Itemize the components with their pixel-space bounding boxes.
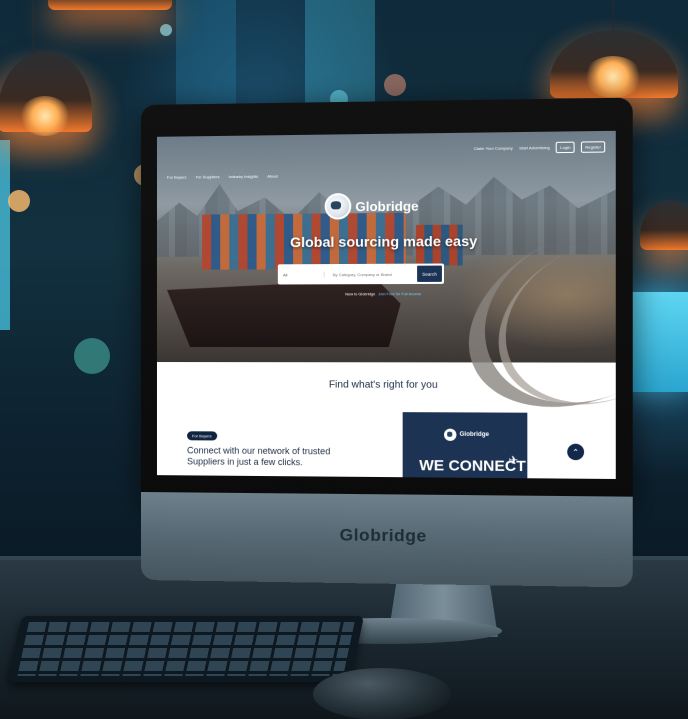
chevron-up-icon: ⌃ xyxy=(572,447,579,456)
pendant-lamp xyxy=(640,200,688,250)
monitor: Globridge Claim Your Company Start Adver… xyxy=(141,98,633,588)
section-heading: Find what's right for you xyxy=(157,379,616,391)
we-connect-card[interactable]: Globridge WE CONNECT ✈ xyxy=(403,412,528,479)
hero-tagline: Global sourcing made easy xyxy=(157,232,616,251)
bokeh-light xyxy=(8,190,30,212)
search-button[interactable]: Search xyxy=(417,266,442,282)
website-screen: Claim Your Company Start Advertising Log… xyxy=(157,131,616,479)
keyboard-keys xyxy=(17,622,354,676)
nav-item-suppliers[interactable]: For Suppliers xyxy=(196,174,220,179)
card-logo-text: Globridge xyxy=(460,432,489,438)
globe-icon xyxy=(325,193,352,220)
scroll-up-button[interactable]: ⌃ xyxy=(567,444,584,461)
search-bar: All Search xyxy=(278,264,444,285)
bokeh-light xyxy=(160,24,172,36)
advertising-link[interactable]: Start Advertising xyxy=(519,145,550,150)
top-bar: Claim Your Company Start Advertising Log… xyxy=(474,141,606,154)
lamp-glow xyxy=(584,56,642,98)
nav-item-about[interactable]: About xyxy=(267,174,278,179)
join-free-link[interactable]: Join Free for Full Access xyxy=(378,292,421,296)
search-category-select[interactable]: All xyxy=(278,272,325,277)
pendant-lamp xyxy=(48,0,172,10)
register-button[interactable]: Register xyxy=(581,141,605,153)
claim-company-link[interactable]: Claim Your Company xyxy=(474,145,513,151)
bokeh-light xyxy=(74,338,110,374)
site-logo[interactable]: Globridge xyxy=(325,192,419,219)
new-user-text: New to Globridge xyxy=(345,292,375,296)
computer-mouse xyxy=(313,668,451,719)
lamp-cord xyxy=(32,0,34,60)
nav-item-insights[interactable]: Industry Insights xyxy=(229,174,258,179)
lamp-glow xyxy=(20,96,70,136)
login-button[interactable]: Login xyxy=(556,142,575,154)
office-scene: Globridge Claim Your Company Start Adver… xyxy=(0,0,688,719)
connect-description: Connect with our network of trusted Supp… xyxy=(187,445,349,468)
nav-item-buyers[interactable]: For Buyers xyxy=(167,175,187,180)
logo-text: Globridge xyxy=(355,198,418,214)
keyboard xyxy=(8,616,364,682)
background-neon xyxy=(0,140,10,330)
search-input[interactable] xyxy=(325,270,417,277)
airplane-icon: ✈ xyxy=(509,454,519,467)
buyers-badge: For Buyers xyxy=(187,431,217,440)
bokeh-light xyxy=(384,74,406,96)
card-logo: Globridge xyxy=(444,429,489,442)
globe-icon xyxy=(444,429,456,441)
